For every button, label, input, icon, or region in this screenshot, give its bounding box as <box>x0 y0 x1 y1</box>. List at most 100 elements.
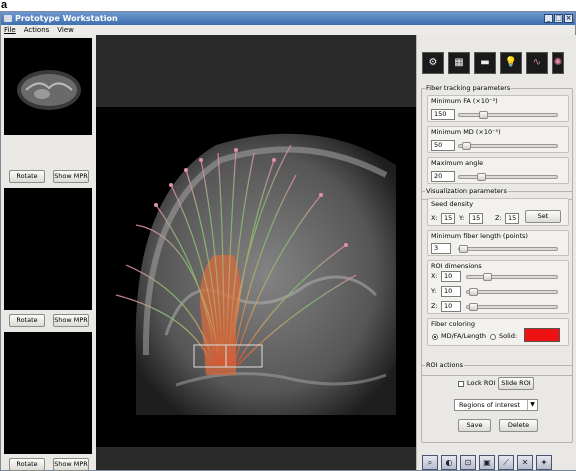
max-angle-input[interactable]: 20 <box>431 171 455 182</box>
brain-icon[interactable]: ✺ <box>552 52 564 74</box>
seed-x-label: X: <box>431 214 438 222</box>
roi-dimensions-box: ROI dimensions X: 10 Y: 10 Z: 10 <box>427 260 569 314</box>
set-seed-button[interactable]: Set <box>525 210 561 223</box>
roi-z-label: Z: <box>431 302 438 310</box>
roi-x-input[interactable]: 10 <box>441 271 461 282</box>
top-toolbar: ⚙ ▦ ▬ 💡 ∿ ✺ <box>422 52 564 74</box>
max-angle-label: Maximum angle <box>431 159 484 167</box>
min-fa-box: Minimum FA (×10⁻³) 150 <box>427 95 569 122</box>
solid-radio[interactable] <box>490 334 496 340</box>
roi-y-slider[interactable] <box>466 288 558 296</box>
solid-label: Solid: <box>499 332 518 340</box>
thumbnail-view-2[interactable] <box>4 188 92 310</box>
window-title: Prototype Workstation <box>15 14 118 23</box>
title-bar: Prototype Workstation _ □ × <box>1 12 575 25</box>
seed-density-box: Seed density X: 15 Y: 15 Z: 15 Set <box>427 198 569 226</box>
seed-z-label: Z: <box>495 214 502 222</box>
minimize-button[interactable]: _ <box>544 14 553 23</box>
min-fa-slider[interactable] <box>458 111 558 119</box>
control-pane: ⚙ ▦ ▬ 💡 ∿ ✺ Fiber tracking parameters Mi… <box>416 35 576 470</box>
min-length-slider-thumb[interactable] <box>459 245 468 253</box>
rotate-button-3[interactable]: Rotate <box>9 458 45 471</box>
roi-z-input[interactable]: 10 <box>441 301 461 312</box>
roi-actions-group: ROI actions Lock ROI Slide ROI Regions o… <box>421 361 573 443</box>
zoom-icon[interactable]: ⌕ <box>422 455 438 470</box>
slab-icon[interactable]: ▬ <box>474 52 496 74</box>
seed-z-input[interactable]: 15 <box>505 213 519 224</box>
rotate-button-1[interactable]: Rotate <box>9 170 45 183</box>
show-mpr-button-1[interactable]: Show MPR <box>53 170 89 183</box>
close-button[interactable]: × <box>564 14 573 23</box>
min-md-label: Minimum MD (×10⁻⁵) <box>431 128 501 136</box>
fiber-coloring-box: Fiber coloring MD/FA/Length Solid: <box>427 318 569 346</box>
maximize-button[interactable]: □ <box>554 14 563 23</box>
roi-x-slider-thumb[interactable] <box>483 273 493 281</box>
visualization-group: Visualization parameters Seed density X:… <box>421 187 573 376</box>
min-md-box: Minimum MD (×10⁻⁵) 50 <box>427 126 569 153</box>
fibers-icon[interactable]: ∿ <box>526 52 548 74</box>
min-length-slider[interactable] <box>458 245 558 253</box>
chevron-down-icon: ▼ <box>527 400 537 410</box>
show-mpr-button-2[interactable]: Show MPR <box>53 314 89 327</box>
md-fa-length-label: MD/FA/Length <box>441 332 487 340</box>
roi-x-label: X: <box>431 272 438 280</box>
min-md-slider[interactable] <box>458 142 558 150</box>
rotate-icon[interactable]: ◐ <box>441 455 457 470</box>
min-fa-input[interactable]: 150 <box>431 109 455 120</box>
roi-y-slider-thumb[interactable] <box>468 288 478 296</box>
fiber-coloring-label: Fiber coloring <box>431 320 475 328</box>
save-roi-button[interactable]: Save <box>458 419 491 432</box>
fiber-tractography-render <box>115 133 396 415</box>
thumbnail-view-1[interactable] <box>4 38 92 135</box>
roi-x-slider[interactable] <box>466 273 558 281</box>
pin-icon[interactable]: ✦ <box>536 455 552 470</box>
show-mpr-button-3[interactable]: Show MPR <box>53 458 89 471</box>
thumbnail-pane: Rotate Show MPR Rotate Show MPR Rotate S… <box>1 35 96 471</box>
max-angle-slider-thumb[interactable] <box>476 173 486 181</box>
view-icon[interactable]: ⊡ <box>460 455 476 470</box>
roi-z-slider[interactable] <box>466 303 558 311</box>
3d-fiber-viewer[interactable] <box>96 35 416 470</box>
roi-dropdown[interactable]: Regions of interest ▼ <box>454 399 538 411</box>
lock-roi-checkbox[interactable] <box>458 381 464 387</box>
roi-icon[interactable]: ▣ <box>479 455 495 470</box>
min-md-slider-thumb[interactable] <box>461 142 471 150</box>
brain-slice-image <box>17 70 81 110</box>
min-length-input[interactable]: 3 <box>431 243 451 254</box>
figure-label: a <box>1 0 8 11</box>
seed-x-input[interactable]: 15 <box>441 213 455 224</box>
lightbulb-icon[interactable]: 💡 <box>500 52 522 74</box>
measure-icon[interactable]: ⟋ <box>498 455 514 470</box>
fiber-tracking-title: Fiber tracking parameters <box>425 84 512 93</box>
delete-roi-button[interactable]: Delete <box>499 419 538 432</box>
roi-dropdown-value: Regions of interest <box>459 401 520 409</box>
min-fa-label: Minimum FA (×10⁻³) <box>431 97 498 105</box>
menu-bar: File Actions View <box>1 25 575 35</box>
min-length-box: Minimum fiber length (points) 3 <box>427 230 569 256</box>
roi-dimensions-label: ROI dimensions <box>431 262 482 270</box>
min-fa-slider-thumb[interactable] <box>478 111 488 119</box>
md-fa-length-radio[interactable] <box>432 334 438 340</box>
app-icon <box>4 15 12 22</box>
thumbnail-view-3[interactable] <box>4 332 92 454</box>
film-icon[interactable]: ▦ <box>448 52 470 74</box>
roi-z-slider-thumb[interactable] <box>468 303 478 311</box>
seed-y-input[interactable]: 15 <box>469 213 483 224</box>
solid-color-swatch[interactable] <box>524 328 560 342</box>
slide-roi-button[interactable]: Slide ROI <box>498 377 534 390</box>
menu-file[interactable]: File <box>4 25 16 35</box>
visualization-title: Visualization parameters <box>425 187 508 196</box>
roi-y-input[interactable]: 10 <box>441 286 461 297</box>
max-angle-slider[interactable] <box>458 173 558 181</box>
roi-y-label: Y: <box>431 287 437 295</box>
menu-view[interactable]: View <box>57 25 74 35</box>
app-window: Prototype Workstation _ □ × File Actions… <box>0 11 576 471</box>
lock-roi-label: Lock ROI <box>467 379 496 387</box>
min-md-input[interactable]: 50 <box>431 140 455 151</box>
bottom-toolbar: ⌕ ◐ ⊡ ▣ ⟋ ✕ ✦ <box>422 455 552 470</box>
rotate-button-2[interactable]: Rotate <box>9 314 45 327</box>
settings-gears-icon[interactable]: ⚙ <box>422 52 444 74</box>
select-icon[interactable]: ✕ <box>517 455 533 470</box>
max-angle-box: Maximum angle 20 <box>427 157 569 184</box>
menu-actions[interactable]: Actions <box>24 25 50 35</box>
